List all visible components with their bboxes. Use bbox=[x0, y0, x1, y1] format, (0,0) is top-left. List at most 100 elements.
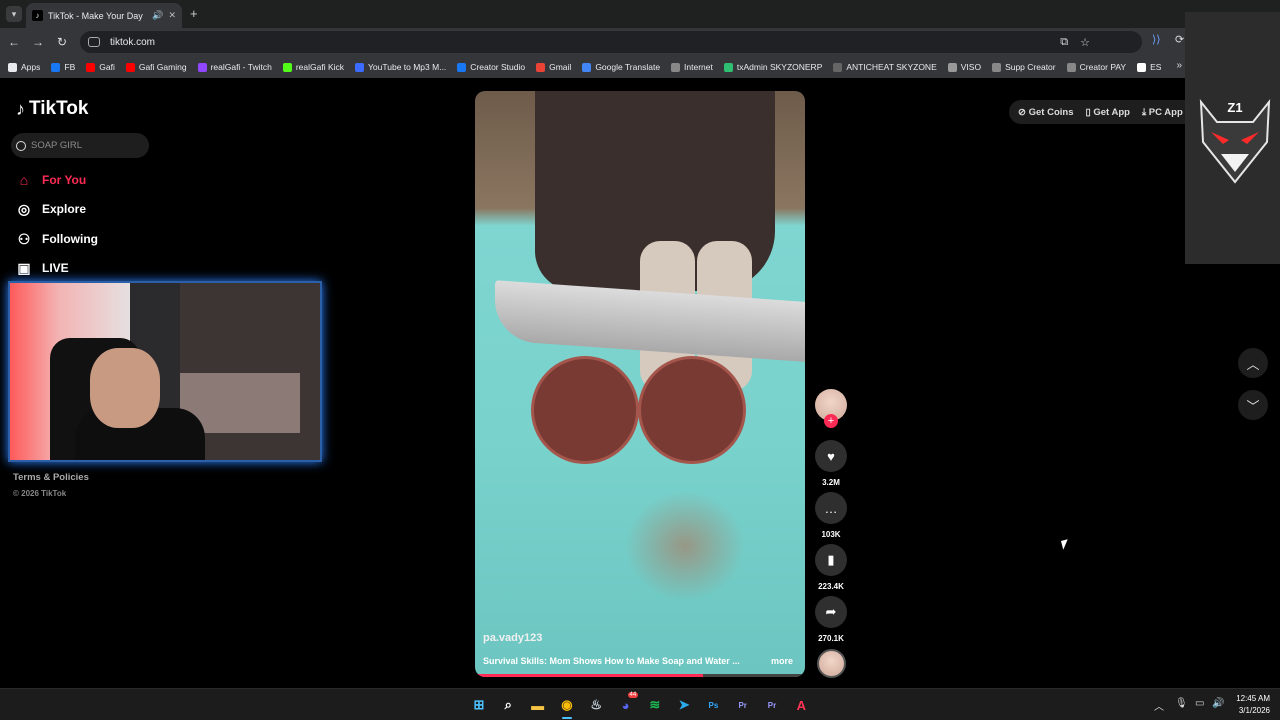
extension-icon[interactable]: ⟩⟩ bbox=[1152, 33, 1161, 46]
volume-icon[interactable]: 🔊 bbox=[1212, 698, 1224, 709]
share-action[interactable]: ➦ 270.1K bbox=[815, 596, 847, 643]
taskbar-photoshop-icon[interactable]: Ps bbox=[704, 696, 722, 714]
browser-tab[interactable]: ♪ TikTok - Make Your Day 🔊 ✕ bbox=[26, 3, 182, 28]
speaker-icon[interactable]: 🔊 bbox=[152, 10, 163, 21]
reload-button[interactable]: ↻ bbox=[50, 35, 74, 49]
network-icon[interactable]: ▭ bbox=[1195, 698, 1204, 709]
taskbar-search-icon[interactable]: ⌕ bbox=[499, 696, 517, 714]
taskbar-premiere-icon[interactable]: Pr bbox=[734, 696, 752, 714]
bookmark-item[interactable]: Gmail bbox=[536, 62, 571, 72]
sidepanel-icon[interactable]: ⟳ bbox=[1175, 33, 1184, 46]
bookmark-favicon-icon bbox=[1066, 62, 1076, 72]
bookmark-item[interactable]: ES bbox=[1137, 62, 1161, 72]
bookmark-favicon-icon bbox=[833, 62, 843, 72]
follow-plus-icon[interactable]: + bbox=[824, 414, 838, 428]
taskbar-telegram-icon[interactable]: ➤ bbox=[675, 696, 693, 714]
taskbar-steam-icon[interactable]: ♨ bbox=[587, 696, 605, 714]
bookmark-item[interactable]: Gafi bbox=[86, 62, 115, 72]
bookmark-favicon-icon bbox=[671, 62, 681, 72]
next-video-button[interactable]: ﹀ bbox=[1238, 390, 1268, 420]
pc-app-button[interactable]: ⤓ PC App bbox=[1142, 107, 1183, 118]
search-input[interactable]: SOAP GIRL bbox=[11, 133, 149, 158]
tab-search-dropdown[interactable]: ▾ bbox=[6, 6, 22, 22]
bookmark-label: realGafi Kick bbox=[295, 62, 345, 72]
video-player[interactable]: pa.vady123 Survival Skills: Mom Shows Ho… bbox=[475, 91, 805, 677]
taskbar-premiere2-icon[interactable]: Pr bbox=[763, 696, 781, 714]
site-info-icon[interactable] bbox=[88, 37, 100, 47]
wolf-logo: Z1 bbox=[1199, 98, 1271, 184]
forward-button[interactable]: → bbox=[26, 35, 50, 49]
microphone-icon[interactable]: 🎙 bbox=[1175, 698, 1188, 709]
bookmarks-overflow-icon[interactable]: » bbox=[1176, 60, 1182, 71]
like-action[interactable]: ♥ 3.2M bbox=[815, 440, 847, 487]
close-tab-icon[interactable]: ✕ bbox=[168, 10, 176, 21]
bookmark-item[interactable]: Creator Studio bbox=[457, 62, 525, 72]
creator-avatar[interactable]: + bbox=[815, 389, 847, 428]
bookmark-item[interactable]: Gafi Gaming bbox=[125, 62, 187, 72]
back-button[interactable]: ← bbox=[2, 35, 26, 49]
bookmark-favicon-icon bbox=[536, 62, 546, 72]
nav-explore[interactable]: ◎ Explore bbox=[16, 201, 86, 217]
bookmark-item[interactable]: FB bbox=[51, 62, 75, 72]
taskbar-discord-icon[interactable]: ◕ bbox=[617, 696, 635, 714]
tiktok-logo[interactable]: ♪ TikTok bbox=[16, 98, 88, 120]
taskbar-explorer-icon[interactable]: ▬ bbox=[529, 696, 547, 714]
terms-link[interactable]: Terms & Policies bbox=[13, 472, 89, 483]
bookmark-favicon-icon bbox=[86, 62, 96, 72]
taskbar-app-icon[interactable]: A bbox=[792, 696, 810, 714]
taskbar-spotify-icon[interactable]: ≋ bbox=[646, 696, 664, 714]
copyright: © 2026 TikTok bbox=[13, 489, 67, 498]
url-field[interactable]: tiktok.com ⧉ ☆ bbox=[80, 31, 1142, 53]
bookmark-star-icon[interactable]: ☆ bbox=[1080, 36, 1090, 49]
bookmark-favicon-icon bbox=[355, 62, 365, 72]
comment-action[interactable]: … 103K bbox=[815, 492, 847, 539]
share-count: 270.1K bbox=[818, 634, 844, 643]
bookmark-label: txAdmin SKYZONERP bbox=[736, 62, 823, 72]
previous-video-button[interactable]: ︿ bbox=[1238, 348, 1268, 378]
share-icon[interactable]: ➦ bbox=[815, 596, 847, 628]
music-disc-avatar[interactable] bbox=[817, 649, 846, 678]
bookmark-item[interactable]: realGafi Kick bbox=[282, 62, 345, 72]
get-coins-button[interactable]: ⊘ Get Coins bbox=[1018, 107, 1073, 118]
save-count: 223.4K bbox=[818, 582, 844, 591]
bookmark-item[interactable]: Google Translate bbox=[582, 62, 660, 72]
tab-title: TikTok - Make Your Day bbox=[48, 10, 143, 21]
new-tab-button[interactable]: + bbox=[190, 6, 198, 21]
nav-following[interactable]: ⚇ Following bbox=[16, 231, 98, 247]
discord-notification-badge: 44 bbox=[627, 692, 639, 698]
bookmark-item[interactable]: Internet bbox=[671, 62, 713, 72]
bookmark-item[interactable]: Apps bbox=[8, 62, 40, 72]
bookmark-label: Creator Studio bbox=[470, 62, 526, 72]
bookmark-item[interactable]: txAdmin SKYZONERP bbox=[723, 62, 823, 72]
bookmark-item[interactable]: Supp Creator bbox=[992, 62, 1056, 72]
bookmark-item[interactable]: realGafi - Twitch bbox=[197, 62, 272, 72]
comment-icon[interactable]: … bbox=[815, 492, 847, 524]
nav-live[interactable]: ▣ LIVE bbox=[16, 260, 68, 276]
windows-taskbar: ︿ 🎙 ▭ 🔊 12:45 AM 3/1/2026 ⊞ ⌕ ▬ ◉ ♨ ◕ 44 ≋ ➤ Ps Pr… bbox=[0, 688, 1280, 720]
save-action[interactable]: ▮ 223.4K bbox=[815, 544, 847, 591]
home-icon: ⌂ bbox=[19, 172, 29, 188]
taskbar-chrome-icon[interactable]: ◉ bbox=[558, 696, 576, 714]
tray-overflow-icon[interactable]: ︿ bbox=[1154, 698, 1164, 713]
bookmark-favicon-icon bbox=[1137, 62, 1147, 72]
more-button[interactable]: more bbox=[771, 656, 793, 666]
bookmark-item[interactable]: VISO bbox=[947, 62, 981, 72]
get-app-button[interactable]: ▯ Get App bbox=[1085, 107, 1129, 118]
nav-for-you[interactable]: ⌂ For You bbox=[16, 172, 86, 188]
bookmark-item[interactable]: YouTube to Mp3 M... bbox=[355, 62, 446, 72]
bookmark-item[interactable]: Creator PAY bbox=[1066, 62, 1127, 72]
bookmark-label: Gafi bbox=[99, 62, 115, 72]
video-username[interactable]: pa.vady123 bbox=[483, 632, 542, 644]
bookmark-favicon-icon bbox=[282, 62, 292, 72]
taskbar-start-icon[interactable]: ⊞ bbox=[470, 696, 488, 714]
bookmark-favicon-icon bbox=[723, 62, 733, 72]
bookmark-label: ANTICHEAT SKYZONE bbox=[846, 62, 937, 72]
install-app-icon[interactable]: ⧉ bbox=[1060, 36, 1068, 49]
video-progress-bar[interactable] bbox=[475, 674, 805, 677]
video-description: Survival Skills: Mom Shows How to Make S… bbox=[483, 656, 740, 666]
bookmark-item[interactable]: ANTICHEAT SKYZONE bbox=[833, 62, 937, 72]
bookmark-label: Creator PAY bbox=[1079, 62, 1127, 72]
system-clock[interactable]: 12:45 AM 3/1/2026 bbox=[1232, 693, 1270, 717]
heart-icon[interactable]: ♥ bbox=[815, 440, 847, 472]
bookmark-icon[interactable]: ▮ bbox=[815, 544, 847, 576]
